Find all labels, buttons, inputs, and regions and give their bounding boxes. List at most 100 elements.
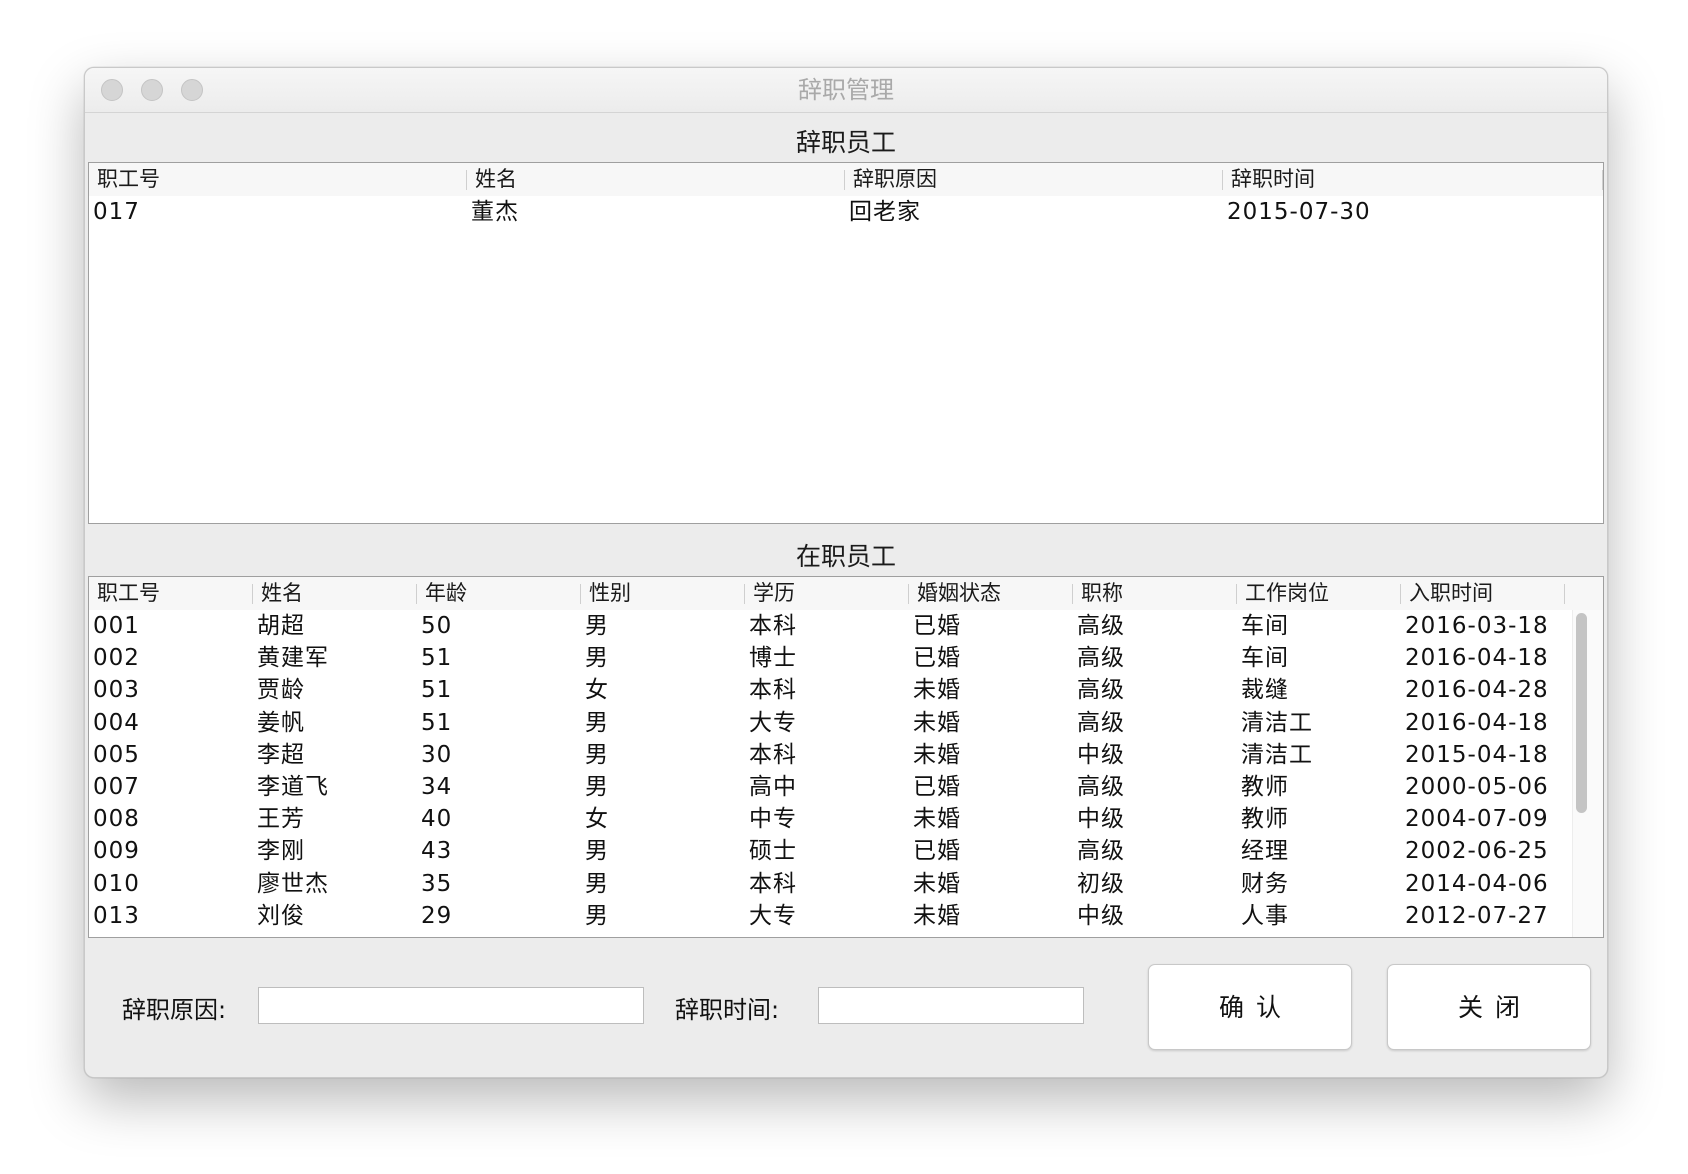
column-header-label: 年龄 [425,581,467,605]
table-cell: 中级 [1077,806,1125,833]
table-cell: 010 [93,870,140,897]
table-cell: 未婚 [913,741,961,768]
table-cell: 中级 [1077,902,1125,929]
table-cell: 经理 [1241,838,1289,865]
table-cell: 贾龄 [257,677,305,704]
active-section-title: 在职员工 [795,542,896,571]
table-cell: 硕士 [749,838,797,865]
table-cell: 本科 [749,870,797,897]
table-row[interactable]: 004 姜帆 51 男 大专 未婚 高级 清洁工 2016-04-18 [89,707,1565,739]
resigned-employees-table[interactable]: 职工号 姓名 辞职原因 辞职时间 017 董杰 回老家 2015-07-30 [88,162,1604,524]
table-cell: 胡超 [257,613,305,639]
table-cell: 大专 [749,902,797,929]
column-separator[interactable] [1602,170,1603,190]
column-header[interactable]: 姓名 [253,577,417,610]
table-cell: 车间 [1241,645,1289,672]
column-header-label: 辞职时间 [1231,167,1315,191]
column-header[interactable]: 职称 [1073,577,1237,610]
column-header-label: 工作岗位 [1245,581,1329,605]
table-cell: 人事 [1241,902,1289,929]
table-row[interactable]: 017 董杰 回老家 2015-07-30 [89,196,1603,228]
table-cell: 未婚 [913,870,961,897]
table-row[interactable]: 001 胡超 50 男 本科 已婚 高级 车间 2016-03-18 [89,610,1565,642]
table-cell: 教师 [1241,806,1289,833]
table-cell: 未婚 [913,709,961,736]
resign-date-label: 辞职时间: [675,996,780,1024]
table-row[interactable]: 007 李道飞 34 男 高中 已婚 高级 教师 2000-05-06 [89,771,1565,803]
column-header-label: 职工号 [97,167,160,191]
table-cell: 李刚 [257,838,305,865]
table-cell: 财务 [1241,870,1289,897]
table-cell: 002 [93,645,140,672]
table-cell: 高中 [749,774,797,800]
column-header-label: 入职时间 [1409,581,1493,605]
window-title: 辞职管理 [798,76,894,104]
scrollbar-thumb[interactable] [1576,613,1587,813]
table-cell: 高级 [1077,677,1125,704]
resign-reason-input[interactable] [258,987,644,1024]
column-header[interactable]: 工作岗位 [1237,577,1401,610]
table-row[interactable]: 013 刘俊 29 男 大专 未婚 中级 人事 2012-07-27 [89,900,1565,932]
table-cell: 车间 [1241,613,1289,639]
table-cell: 017 [93,199,140,225]
table-cell: 2015-04-18 [1405,741,1549,768]
table-cell: 回老家 [849,199,921,225]
table-row[interactable]: 008 王芳 40 女 中专 未婚 中级 教师 2004-07-09 [89,803,1565,835]
close-button[interactable]: 关闭 [1387,964,1591,1050]
table-cell: 清洁工 [1241,741,1313,768]
table-cell: 29 [421,902,453,929]
table-cell: 2004-07-09 [1405,806,1549,833]
resignation-window: 辞职管理 辞职员工 职工号 姓名 辞职原因 辞职时间 017 董杰 回老家 2015-07-… [84,67,1608,1078]
table-cell: 已婚 [913,645,961,672]
table-row[interactable]: 003 贾龄 51 女 本科 未婚 高级 裁缝 2016-04-28 [89,674,1565,706]
column-header[interactable]: 学历 [745,577,909,610]
table-cell: 廖世杰 [257,870,329,897]
column-header[interactable]: 婚姻状态 [909,577,1073,610]
active-employees-table[interactable]: 职工号 姓名 年龄 性别 学历 婚姻状态 职称 工作岗位 入职时间 001 胡超 50 男本科 已婚 高级… [88,576,1604,938]
table-cell: 51 [421,709,453,736]
table-cell: 本科 [749,741,797,768]
resign-date-input[interactable] [818,987,1084,1024]
table-cell: 2015-07-30 [1227,199,1371,225]
table-cell: 本科 [749,613,797,639]
table-cell: 已婚 [913,774,961,800]
column-header-label: 学历 [753,581,795,605]
title-bar: 辞职管理 [85,68,1607,113]
table-row[interactable]: 002 黄建军 51 男 博士 已婚 高级 车间 2016-04-18 [89,642,1565,674]
confirm-button[interactable]: 确认 [1148,964,1352,1050]
column-header[interactable]: 入职时间 [1401,577,1565,610]
table-cell: 005 [93,741,140,768]
table-cell: 女 [585,806,609,833]
table-cell: 清洁工 [1241,709,1313,736]
column-header[interactable]: 年龄 [417,577,581,610]
table-cell: 2012-07-27 [1405,902,1549,929]
table-cell: 34 [421,774,453,800]
column-header-label: 职工号 [97,581,160,605]
column-header[interactable]: 职工号 [89,163,467,196]
table-cell: 王芳 [257,806,305,833]
column-header-label: 辞职原因 [853,167,937,191]
table-cell: 004 [93,709,140,736]
column-header[interactable]: 职工号 [89,577,253,610]
column-header[interactable]: 性别 [581,577,745,610]
column-header-label: 姓名 [475,167,517,191]
column-header[interactable]: 辞职时间 [1223,163,1603,196]
table-cell: 2000-05-06 [1405,774,1549,800]
table-cell: 李道飞 [257,774,329,800]
table-cell: 中级 [1077,741,1125,768]
resigned-section-title: 辞职员工 [795,128,896,157]
table-cell: 姜帆 [257,709,305,736]
vertical-scrollbar[interactable] [1572,610,1603,937]
table-cell: 男 [585,741,609,768]
table-row[interactable]: 010 廖世杰 35 男 本科 未婚 初级 财务 2014-04-06 [89,868,1565,900]
column-separator[interactable] [1564,584,1565,604]
table-row[interactable]: 009 李刚 43 男 硕士 已婚 高级 经理 2002-06-25 [89,835,1565,867]
table-cell: 2014-04-06 [1405,870,1549,897]
table-cell: 未婚 [913,902,961,929]
table-row[interactable]: 005 李超 30 男 本科 未婚 中级 清洁工 2015-04-18 [89,739,1565,771]
column-header[interactable]: 姓名 [467,163,845,196]
table-cell: 高级 [1077,774,1125,800]
table-cell: 高级 [1077,645,1125,672]
column-header[interactable]: 辞职原因 [845,163,1223,196]
table-cell: 008 [93,806,140,833]
